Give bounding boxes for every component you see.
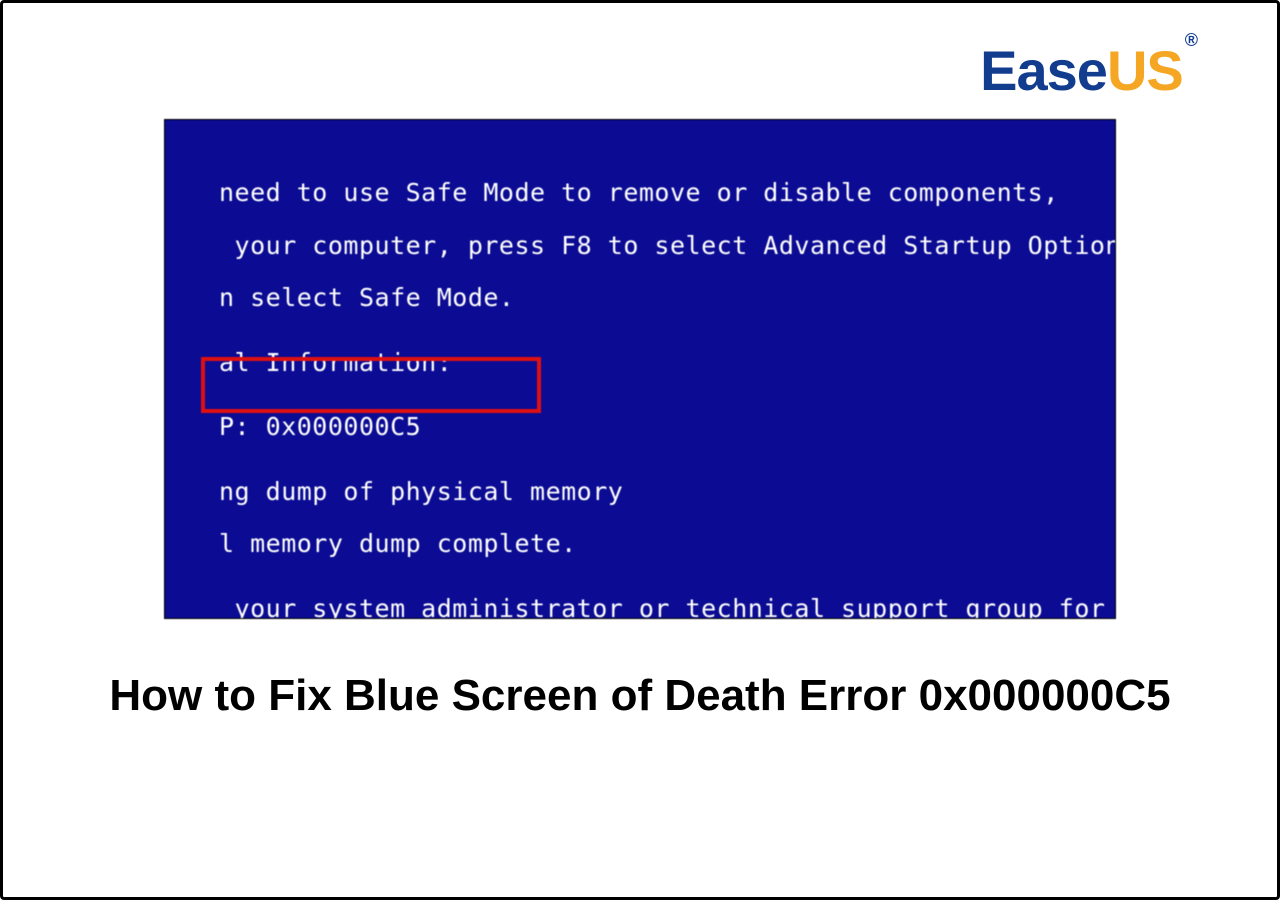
bsod-line: ng dump of physical memory [219, 475, 1095, 510]
bsod-line: n select Safe Mode. [219, 281, 1095, 316]
logo-registered-mark: ® [1185, 30, 1197, 50]
bsod-line: your system administrator or technical s… [219, 592, 1095, 620]
bsod-line: need to use Safe Mode to remove or disab… [219, 176, 1095, 211]
bsod-screenshot: need to use Safe Mode to remove or disab… [164, 119, 1116, 619]
logo-row: EaseUS® [53, 43, 1227, 99]
bsod-line: al Information: [219, 346, 1095, 381]
easeus-logo: EaseUS® [980, 43, 1197, 99]
bsod-line: l memory dump complete. [219, 527, 1095, 562]
bsod-line: your computer, press F8 to select Advanc… [219, 229, 1095, 264]
bsod-error-code: P: 0x000000C5 [219, 410, 1095, 445]
article-card: EaseUS® need to use Safe Mode to remove … [0, 0, 1280, 900]
logo-part-us: US [1107, 39, 1183, 102]
article-headline: How to Fix Blue Screen of Death Error 0x… [53, 667, 1227, 724]
logo-part-ease: Ease [980, 39, 1107, 102]
bsod-screenshot-wrap: need to use Safe Mode to remove or disab… [53, 119, 1227, 619]
